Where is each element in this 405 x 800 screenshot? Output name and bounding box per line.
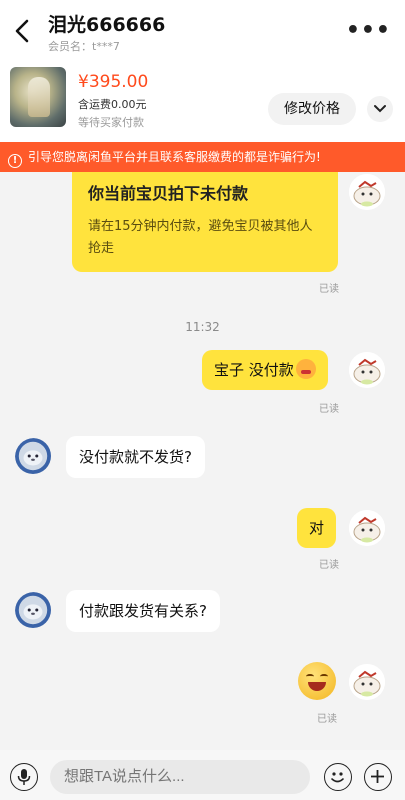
read-receipt: 已读: [319, 284, 339, 295]
add-attachment-icon[interactable]: [364, 763, 392, 791]
more-options-icon[interactable]: •••: [346, 18, 391, 43]
member-id: 会员名：t***7: [48, 40, 120, 53]
emoji-mouth: [308, 682, 326, 691]
my-avatar[interactable]: [349, 664, 385, 700]
emoji-eye: [306, 674, 314, 679]
product-bar[interactable]: ¥395.00 含运费0.00元 等待买家付款 修改价格: [0, 62, 405, 142]
timestamp: 11:32: [185, 320, 220, 334]
contact-message[interactable]: 没付款就不发货?: [66, 436, 205, 478]
card-body: 请在15分钟内付款，避免宝贝被其他人抢走: [88, 219, 313, 256]
contact-avatar[interactable]: [15, 592, 53, 630]
emoji-picker-icon[interactable]: [324, 763, 352, 791]
read-receipt: 已读: [317, 714, 337, 725]
back-arrow-icon[interactable]: [12, 18, 34, 44]
emoji-eye: [320, 674, 328, 679]
unpaid-order-card[interactable]: 你当前宝贝拍下未付款 请在15分钟内付款，避免宝贝被其他人抢走: [72, 172, 338, 272]
product-price: ¥395.00: [78, 72, 149, 92]
angry-emoji-icon: [295, 359, 316, 379]
contact-name: 泪光666666: [48, 14, 166, 36]
chat-header: 泪光666666 会员名：t***7 •••: [0, 0, 405, 62]
contact-message[interactable]: 付款跟发货有关系?: [66, 590, 220, 632]
my-avatar[interactable]: [349, 510, 385, 546]
read-receipt: 已读: [319, 404, 339, 415]
message-text: 宝子 没付款: [214, 361, 294, 379]
input-bar: [0, 750, 405, 800]
contact-avatar[interactable]: [15, 438, 53, 476]
order-status: 等待买家付款: [78, 116, 144, 129]
voice-input-icon[interactable]: [10, 763, 38, 791]
read-receipt: 已读: [319, 560, 339, 571]
modify-price-button[interactable]: 修改价格: [268, 93, 356, 125]
my-message[interactable]: 宝子 没付款: [202, 350, 328, 390]
product-thumbnail[interactable]: [10, 67, 66, 127]
chat-messages[interactable]: 你当前宝贝拍下未付款 请在15分钟内付款，避免宝贝被其他人抢走 已读 11:32…: [0, 172, 405, 750]
warning-icon: !: [8, 154, 22, 168]
my-avatar[interactable]: [349, 174, 385, 210]
message-input[interactable]: [50, 760, 310, 794]
card-title: 你当前宝贝拍下未付款: [88, 184, 249, 203]
shipping-fee: 含运费0.00元: [78, 98, 147, 111]
warning-text: 引导您脱离闲鱼平台并且联系客服缴费的都是诈骗行为!: [28, 150, 321, 164]
my-avatar[interactable]: [349, 352, 385, 388]
smile-emoji-icon[interactable]: [298, 662, 336, 700]
fraud-warning-banner: ! 引导您脱离闲鱼平台并且联系客服缴费的都是诈骗行为!: [0, 142, 405, 172]
my-message[interactable]: 对: [297, 508, 337, 548]
chevron-down-icon[interactable]: [367, 96, 393, 122]
